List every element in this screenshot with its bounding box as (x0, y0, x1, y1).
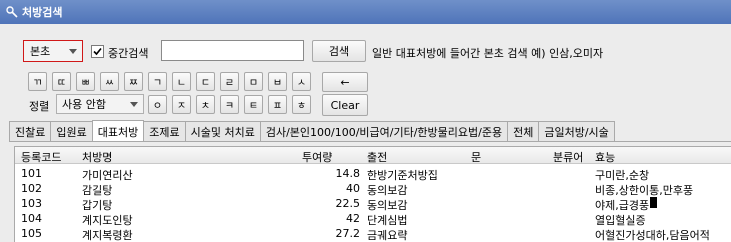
col-header-code[interactable]: 등록코드 (21, 149, 61, 165)
key-button[interactable]: ㅅ (292, 72, 311, 91)
key-button[interactable]: ㄹ (220, 72, 239, 91)
category-select-value: 본초 (30, 45, 51, 58)
tab-3[interactable]: 조제료 (143, 121, 186, 142)
cell-code: 104 (21, 212, 42, 225)
key-button[interactable]: ㄷ (196, 72, 215, 91)
title-bar: 처방검색 (0, 0, 731, 24)
col-header-name[interactable]: 처방명 (82, 149, 112, 165)
search-button[interactable]: 검색 (312, 40, 366, 62)
window-title: 처방검색 (22, 6, 63, 19)
cell-effect: 야제,급경풍 (595, 197, 658, 213)
cell-effect: 열입혈실증 (595, 214, 646, 227)
cell-source: 단계심법 (367, 214, 408, 227)
tab-4[interactable]: 시술및 처치료 (184, 121, 261, 142)
key-button[interactable]: ㄸ (52, 72, 71, 91)
col-header-q[interactable]: 문 (471, 149, 481, 165)
col-header-dose[interactable]: 투여량 (302, 149, 332, 165)
cell-source: 금궤요략 (367, 229, 408, 242)
key-button[interactable]: ㅊ (196, 95, 215, 114)
partial-search-label: 중간검색 (108, 47, 149, 60)
cell-code: 103 (21, 197, 42, 210)
clear-button[interactable]: Clear (322, 94, 368, 116)
tab-divider (9, 141, 731, 142)
text-cursor (650, 197, 658, 208)
search-panel: 본초 중간검색 검색 일반 대표처방에 들어간 본초 검색 예) 인삼,오미자 … (0, 24, 731, 119)
cell-source: 동의보감 (367, 199, 408, 212)
tab-1[interactable]: 입원료 (50, 121, 93, 142)
tab-6[interactable]: 전체 (507, 121, 540, 142)
cell-source: 한방기준처방집 (367, 169, 438, 182)
prescription-grid: 등록코드 처방명 투여량 출전 문 분류어 효능 101 가미연리산 14.8 한방기… (14, 146, 731, 242)
tab-0[interactable]: 진찰료 (9, 121, 52, 142)
key-button[interactable]: ㅋ (220, 95, 239, 114)
cell-dose: 42 (346, 212, 360, 225)
checkmark-icon (93, 47, 102, 56)
sort-label: 정렬 (29, 100, 50, 113)
key-button[interactable]: ㅆ (100, 72, 119, 91)
key-button[interactable]: ㅍ (268, 95, 287, 114)
sort-select-value: 사용 안함 (62, 98, 106, 111)
cell-dose: 27.2 (335, 227, 361, 240)
cell-effect: 어혈진가성대하,담음어적 (595, 229, 710, 242)
tab-bar: 진찰료 입원료 대표처방 조제료 시술및 처치료 검사/본인100/100/비급여/기타/… (9, 120, 731, 142)
cell-effect: 구미란,순창 (595, 169, 650, 182)
cell-code: 102 (21, 182, 42, 195)
cell-name: 계지도인탕 (82, 214, 133, 227)
col-header-source[interactable]: 출전 (367, 149, 387, 165)
cell-code: 105 (21, 227, 42, 240)
cell-name: 가미연리산 (82, 169, 133, 182)
key-button[interactable]: ㅇ (148, 95, 167, 114)
cell-effect: 비종,상한이통,만후풍 (595, 184, 694, 197)
cell-dose: 22.5 (335, 197, 361, 210)
search-input[interactable] (161, 40, 304, 61)
search-prescription-icon (6, 6, 18, 18)
tab-2[interactable]: 대표처방 (91, 120, 145, 142)
cell-dose: 40 (346, 182, 360, 195)
backspace-button[interactable]: ← (322, 72, 368, 92)
key-button[interactable]: ㅉ (124, 72, 143, 91)
key-button[interactable]: ㅈ (172, 95, 191, 114)
key-button[interactable]: ㅃ (76, 72, 95, 91)
col-header-category[interactable]: 분류어 (553, 149, 583, 165)
table-row[interactable]: 105 계지복령환 27.2 금궤요략 어혈진가성대하,담음어적 (15, 227, 731, 242)
table-row[interactable]: 103 갑기탕 22.5 동의보감 야제,급경풍 (15, 197, 731, 213)
key-button[interactable]: ㄴ (172, 72, 191, 91)
key-button[interactable]: ㅎ (292, 95, 311, 114)
sort-select[interactable]: 사용 안함 (56, 94, 144, 114)
col-header-effect[interactable]: 효능 (595, 149, 615, 165)
key-button[interactable]: ㅂ (268, 72, 287, 91)
key-button[interactable]: ㅁ (244, 72, 263, 91)
tab-5[interactable]: 검사/본인100/100/비급여/기타/한방물리요법/준용 (259, 121, 509, 142)
cell-name: 계지복령환 (82, 229, 133, 242)
key-button[interactable]: ㄱ (148, 72, 167, 91)
chevron-down-icon (130, 102, 138, 107)
category-select[interactable]: 본초 (23, 40, 83, 62)
chevron-down-icon (69, 49, 77, 54)
cell-source: 동의보감 (367, 184, 408, 197)
table-row[interactable]: 101 가미연리산 14.8 한방기준처방집 구미란,순창 (15, 167, 731, 182)
search-hint: 일반 대표처방에 들어간 본초 검색 예) 인삼,오미자 (372, 47, 604, 60)
tab-7[interactable]: 금일처방/시술 (538, 121, 615, 142)
key-button[interactable]: ㄲ (28, 72, 47, 91)
grid-header: 등록코드 처방명 투여량 출전 문 분류어 효능 (15, 147, 731, 164)
cell-dose: 14.8 (335, 167, 361, 180)
partial-search-checkbox[interactable] (91, 45, 104, 58)
cell-code: 101 (21, 167, 42, 180)
cell-name: 갑기탕 (82, 199, 113, 212)
table-row[interactable]: 104 계지도인탕 42 단계심법 열입혈실증 (15, 212, 731, 227)
key-button[interactable]: ㅌ (244, 95, 263, 114)
cell-name: 감길탕 (82, 184, 113, 197)
table-row[interactable]: 102 감길탕 40 동의보감 비종,상한이통,만후풍 (15, 182, 731, 197)
